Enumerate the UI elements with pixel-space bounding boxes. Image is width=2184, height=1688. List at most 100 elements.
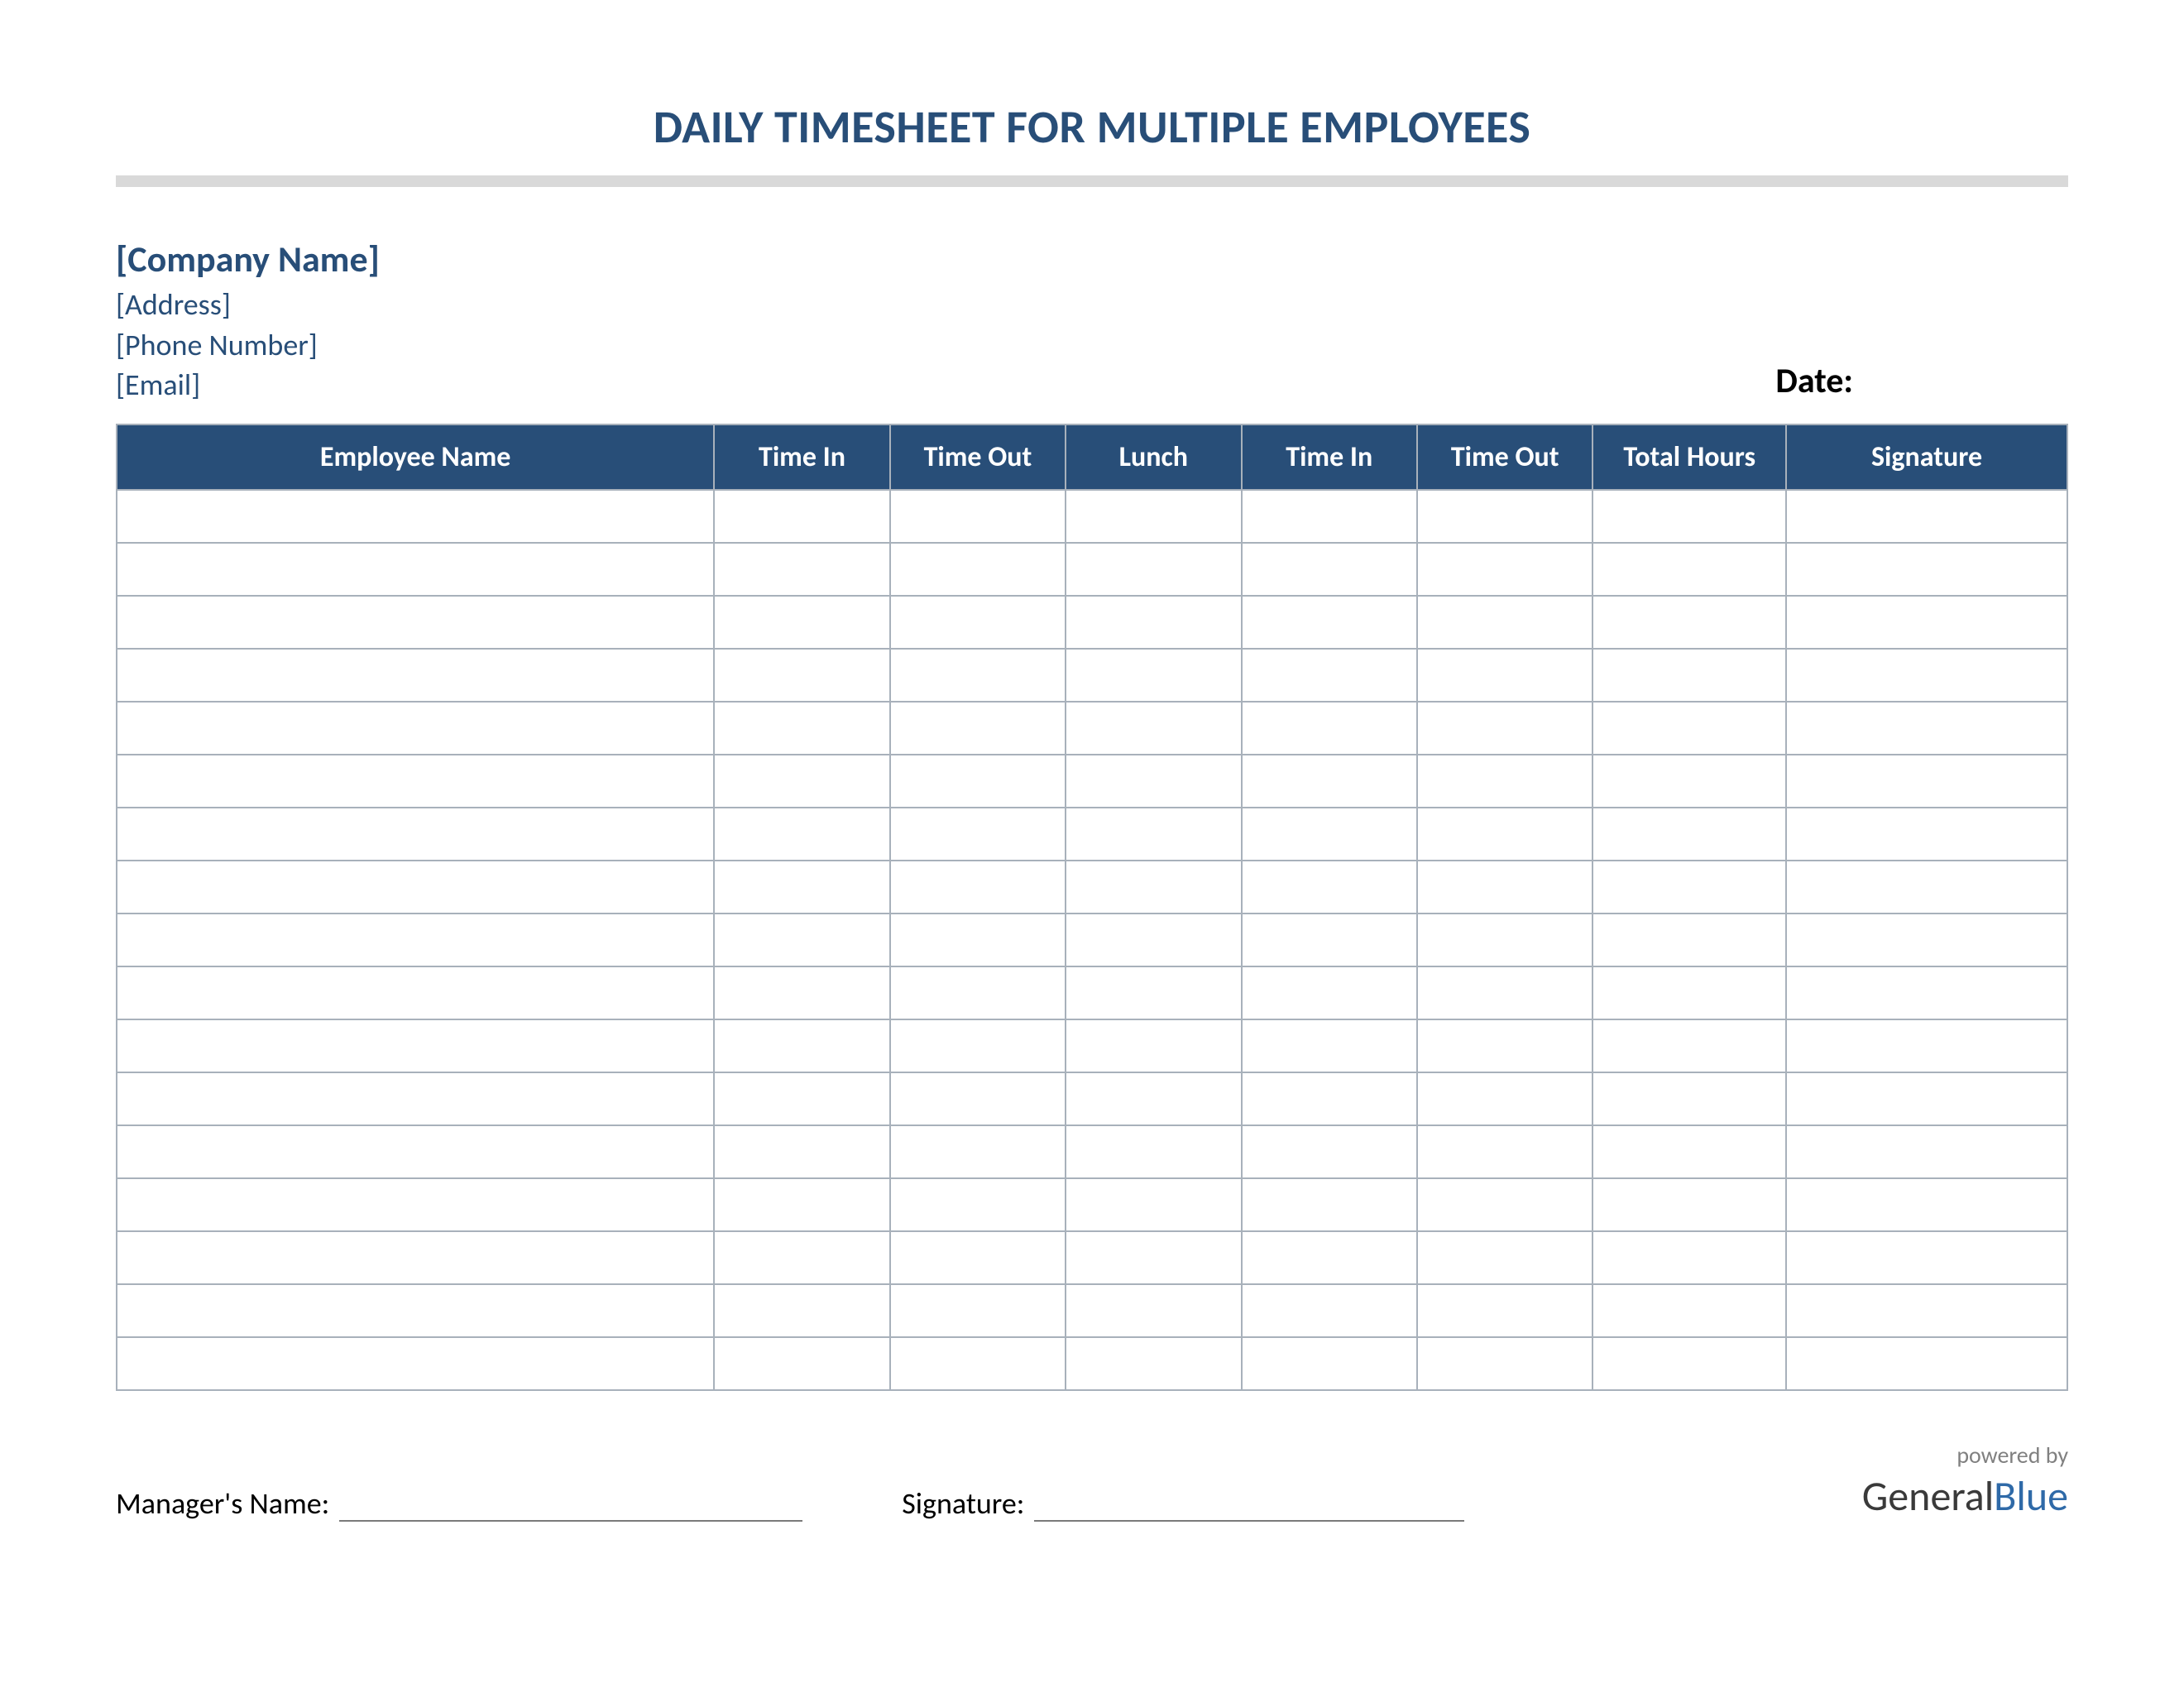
table-cell[interactable] [714,808,889,861]
table-cell[interactable] [117,755,714,808]
table-cell[interactable] [890,1072,1066,1125]
table-cell[interactable] [1786,914,2067,966]
table-cell[interactable] [1417,1125,1592,1178]
table-cell[interactable] [1242,1178,1417,1231]
company-name[interactable]: [Company Name] [116,237,380,281]
table-cell[interactable] [890,914,1066,966]
table-cell[interactable] [1242,1072,1417,1125]
table-cell[interactable] [714,914,889,966]
table-cell[interactable] [890,1284,1066,1337]
table-cell[interactable] [1417,808,1592,861]
table-cell[interactable] [1242,861,1417,914]
table-cell[interactable] [1066,1072,1241,1125]
table-cell[interactable] [890,1231,1066,1284]
table-cell[interactable] [1786,702,2067,755]
table-cell[interactable] [714,1072,889,1125]
table-cell[interactable] [1417,649,1592,702]
table-cell[interactable] [1242,1125,1417,1178]
table-cell[interactable] [714,1337,889,1390]
table-cell[interactable] [1242,1337,1417,1390]
table-cell[interactable] [117,1125,714,1178]
table-cell[interactable] [117,1019,714,1072]
table-cell[interactable] [1786,1019,2067,1072]
table-cell[interactable] [890,966,1066,1019]
table-cell[interactable] [1417,543,1592,596]
table-cell[interactable] [117,649,714,702]
table-cell[interactable] [1242,755,1417,808]
table-cell[interactable] [117,596,714,649]
table-cell[interactable] [890,543,1066,596]
table-cell[interactable] [714,649,889,702]
table-cell[interactable] [890,1019,1066,1072]
table-cell[interactable] [117,1231,714,1284]
table-cell[interactable] [890,1337,1066,1390]
table-cell[interactable] [1066,1019,1241,1072]
table-cell[interactable] [1066,1178,1241,1231]
table-cell[interactable] [1242,702,1417,755]
table-cell[interactable] [1417,702,1592,755]
table-cell[interactable] [1786,1231,2067,1284]
table-cell[interactable] [1592,1231,1786,1284]
table-cell[interactable] [1786,543,2067,596]
table-cell[interactable] [117,702,714,755]
table-cell[interactable] [117,543,714,596]
signature-line[interactable] [1034,1492,1464,1522]
table-cell[interactable] [1417,1337,1592,1390]
manager-name-line[interactable] [339,1492,802,1522]
table-cell[interactable] [1417,966,1592,1019]
table-cell[interactable] [1066,1284,1241,1337]
table-cell[interactable] [1417,1019,1592,1072]
table-cell[interactable] [1592,1072,1786,1125]
table-cell[interactable] [714,1125,889,1178]
table-cell[interactable] [890,755,1066,808]
table-cell[interactable] [1592,808,1786,861]
table-cell[interactable] [1066,914,1241,966]
table-cell[interactable] [714,755,889,808]
table-cell[interactable] [117,861,714,914]
company-address[interactable]: [Address] [116,285,380,325]
table-cell[interactable] [1417,861,1592,914]
table-cell[interactable] [1786,490,2067,543]
table-cell[interactable] [714,1284,889,1337]
table-cell[interactable] [714,490,889,543]
table-cell[interactable] [1242,808,1417,861]
table-cell[interactable] [1066,1337,1241,1390]
table-cell[interactable] [1592,596,1786,649]
table-cell[interactable] [1592,543,1786,596]
table-cell[interactable] [1417,1284,1592,1337]
table-cell[interactable] [1592,1019,1786,1072]
table-cell[interactable] [117,914,714,966]
table-cell[interactable] [1417,914,1592,966]
table-cell[interactable] [1592,1337,1786,1390]
table-cell[interactable] [1417,755,1592,808]
table-cell[interactable] [890,861,1066,914]
table-cell[interactable] [1417,1231,1592,1284]
table-cell[interactable] [1786,1337,2067,1390]
table-cell[interactable] [890,808,1066,861]
table-cell[interactable] [1066,1231,1241,1284]
table-cell[interactable] [714,702,889,755]
company-phone[interactable]: [Phone Number] [116,325,380,366]
table-cell[interactable] [1786,1284,2067,1337]
table-cell[interactable] [1786,755,2067,808]
table-cell[interactable] [117,966,714,1019]
table-cell[interactable] [714,1231,889,1284]
table-cell[interactable] [1592,1125,1786,1178]
company-email[interactable]: [Email] [116,365,380,405]
table-cell[interactable] [1592,966,1786,1019]
table-cell[interactable] [117,490,714,543]
table-cell[interactable] [1592,755,1786,808]
table-cell[interactable] [1786,808,2067,861]
table-cell[interactable] [1786,649,2067,702]
table-cell[interactable] [1066,966,1241,1019]
table-cell[interactable] [714,1178,889,1231]
table-cell[interactable] [1066,702,1241,755]
table-cell[interactable] [1592,914,1786,966]
table-cell[interactable] [1417,1072,1592,1125]
table-cell[interactable] [1066,596,1241,649]
table-cell[interactable] [714,966,889,1019]
table-cell[interactable] [714,1019,889,1072]
table-cell[interactable] [1066,755,1241,808]
table-cell[interactable] [1242,543,1417,596]
table-cell[interactable] [1242,1231,1417,1284]
